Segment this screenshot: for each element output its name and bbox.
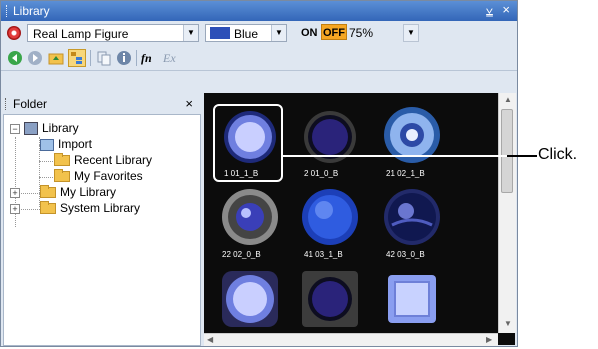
tree-item-my-library[interactable]: My Library <box>40 184 116 200</box>
title-grip[interactable] <box>6 5 9 17</box>
lamp-thumb[interactable] <box>380 103 444 167</box>
toolbar-row-1: Real Lamp Figure ▼ Blue ▼ ON OFF 75% ▼ <box>1 21 517 46</box>
lamp-thumb[interactable] <box>298 107 362 171</box>
on-button[interactable]: ON <box>301 27 318 39</box>
tree-line <box>18 193 40 194</box>
lamp-caption: 2 01_0_B <box>304 169 339 178</box>
tree-line <box>18 209 40 210</box>
tree-item-label: My Favorites <box>74 169 143 183</box>
lamp-caption: 22 02_0_B <box>222 250 261 259</box>
scroll-left-icon[interactable]: ◀ <box>207 335 213 344</box>
lamp-thumb[interactable] <box>298 185 362 249</box>
figure-select-value: Real Lamp Figure <box>33 27 129 41</box>
folder-panel-title: Folder <box>13 97 48 111</box>
fn-icon[interactable]: fn <box>141 49 159 67</box>
collapse-toggle[interactable]: − <box>10 124 20 134</box>
selection-highlight <box>213 104 283 182</box>
lamp-thumb[interactable] <box>380 267 444 331</box>
folder-panel-header: Folder × <box>1 94 201 114</box>
figure-select[interactable]: Real Lamp Figure ▼ <box>27 24 199 42</box>
toolbar-row-2: fn Ex <box>1 46 517 71</box>
properties-icon[interactable] <box>115 49 133 67</box>
zoom-select-value: 75% <box>349 26 374 40</box>
lamp-thumb[interactable] <box>380 185 444 249</box>
gallery-vertical-scrollbar[interactable]: ▲ ▼ <box>498 93 516 333</box>
tree-item-label: Recent Library <box>74 153 153 167</box>
pin-icon[interactable]: ⩣ <box>486 3 493 18</box>
folder-up-icon[interactable] <box>47 49 65 67</box>
tree-item-my-favorites[interactable]: My Favorites <box>54 168 143 184</box>
scrollbar-thumb[interactable] <box>501 109 513 193</box>
tree-item-label: System Library <box>60 201 141 215</box>
tree-item-system-library[interactable]: System Library <box>40 200 140 216</box>
scroll-right-icon[interactable]: ▶ <box>486 335 492 344</box>
back-icon[interactable] <box>6 49 24 67</box>
color-select-value: Blue <box>234 27 259 41</box>
off-button[interactable]: OFF <box>321 24 347 40</box>
lamp-thumb[interactable] <box>218 185 282 249</box>
panel-grip[interactable] <box>5 98 6 110</box>
tree-item-import[interactable]: Import <box>40 136 92 152</box>
folder-icon <box>40 201 56 215</box>
import-icon <box>40 138 54 151</box>
expand-toggle[interactable]: + <box>10 204 20 214</box>
click-annotation: Click. <box>538 146 578 163</box>
chevron-down-icon[interactable]: ▼ <box>271 25 286 41</box>
callout-line <box>283 155 533 157</box>
chevron-down-icon[interactable]: ▼ <box>403 24 419 42</box>
tree-item-label: My Library <box>60 185 117 199</box>
color-select[interactable]: Blue ▼ <box>205 24 287 42</box>
lamp-caption: 21 02_1_B <box>386 169 425 178</box>
fn-label: fn <box>141 51 152 65</box>
tree-item-label: Library <box>42 121 79 135</box>
folder-icon <box>40 185 56 199</box>
tree-line <box>39 161 53 162</box>
toolbar-separator <box>90 50 91 66</box>
ex-label: Ex <box>163 51 176 65</box>
tree-view-icon[interactable] <box>68 49 86 67</box>
folder-icon <box>54 169 70 183</box>
tree-line <box>39 177 53 178</box>
expand-toggle[interactable]: + <box>10 188 20 198</box>
close-icon[interactable]: × <box>502 2 510 17</box>
tree-item-library[interactable]: Library <box>24 120 79 136</box>
close-icon[interactable]: × <box>185 96 193 111</box>
forward-icon[interactable] <box>26 49 44 67</box>
lamp-icon <box>7 26 21 40</box>
title-bar: Library ⩣ × <box>1 1 517 21</box>
copy-icon[interactable] <box>95 49 113 67</box>
folder-icon <box>54 153 70 167</box>
color-swatch <box>210 27 230 39</box>
lamp-thumb[interactable] <box>298 267 362 331</box>
scroll-down-icon[interactable]: ▼ <box>504 319 512 328</box>
window-title: Library <box>13 4 50 18</box>
ex-icon[interactable]: Ex <box>163 49 181 67</box>
tree-item-label: Import <box>58 137 93 151</box>
folder-tree: − Library Import Recent Library My Favor… <box>3 114 201 346</box>
scroll-up-icon[interactable]: ▲ <box>504 95 512 104</box>
toolbar-separator <box>136 50 137 66</box>
chevron-down-icon[interactable]: ▼ <box>183 25 198 41</box>
lamp-caption: 42 03_0_B <box>386 250 425 259</box>
lamp-thumb[interactable] <box>218 267 282 331</box>
callout-line-outside <box>507 155 537 157</box>
tree-item-recent-library[interactable]: Recent Library <box>54 152 152 168</box>
gallery-horizontal-scrollbar[interactable]: ◀ ▶ <box>204 333 498 346</box>
lamp-caption: 41 03_1_B <box>304 250 343 259</box>
library-icon <box>24 122 38 136</box>
zoom-select[interactable]: 75% ▼ <box>349 24 419 42</box>
